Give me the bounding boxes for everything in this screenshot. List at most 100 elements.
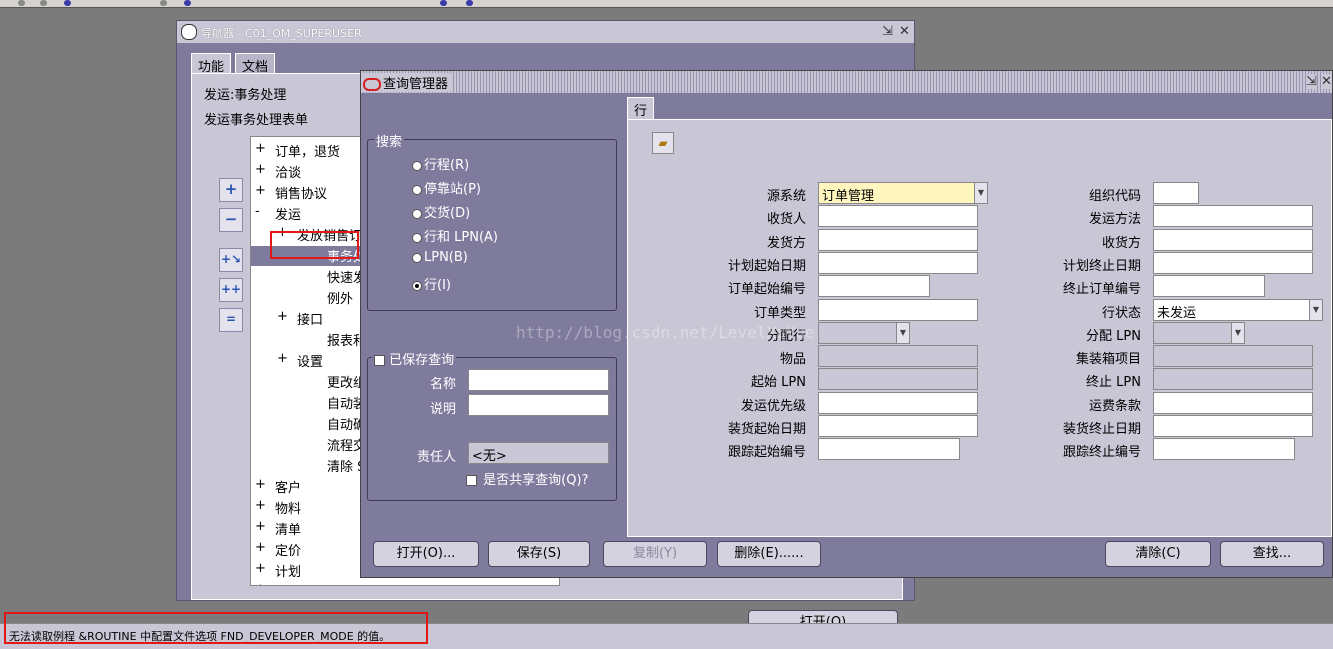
navigator-title-bar[interactable]: 导航器 - C01_OM_SUPERUSER ⇲ ✕ xyxy=(177,21,914,43)
navigator-description: 发运事务处理表单 xyxy=(204,113,309,128)
right-criteria-input[interactable] xyxy=(1153,228,1313,251)
tree-item-label: 计划 xyxy=(275,565,302,580)
toolbar-icon[interactable] xyxy=(160,0,167,6)
search-option-radio[interactable]: 行(I) xyxy=(412,274,451,293)
right-field-label: 行状态 xyxy=(1101,305,1141,321)
left-criteria-input[interactable] xyxy=(818,275,930,298)
description-input[interactable] xyxy=(468,394,609,416)
search-option-label: 行和 LPN(A) xyxy=(424,230,498,245)
find-button[interactable]: 查找... xyxy=(1220,541,1324,567)
tree-expander[interactable]: + xyxy=(255,498,266,513)
shared-query-label: 是否共享查询(Q)? xyxy=(483,473,589,488)
expand-icon[interactable]: + xyxy=(219,178,243,202)
tree-item-label: 接口 xyxy=(297,313,324,328)
tree-expander[interactable]: + xyxy=(277,351,288,366)
delete-query-button[interactable]: 删除(E)...... xyxy=(717,541,821,567)
right-criteria-input[interactable] xyxy=(1153,415,1313,437)
tree-expander[interactable]: + xyxy=(255,519,266,534)
clear-button[interactable]: 清除(C) xyxy=(1105,541,1211,567)
left-field-label: 发运优先级 xyxy=(740,398,806,414)
toolbar-icon[interactable] xyxy=(440,0,447,6)
saved-query-checkbox[interactable] xyxy=(374,355,385,366)
left-criteria-input[interactable] xyxy=(818,438,960,461)
left-field-label: 发货方 xyxy=(766,235,806,251)
tree-item[interactable]: + 设置 xyxy=(251,582,559,585)
name-label: 名称 xyxy=(429,377,456,392)
description-label: 说明 xyxy=(429,402,456,417)
search-option-label: 行程(R) xyxy=(424,158,470,173)
radio-icon xyxy=(412,252,422,263)
toolbar-icon[interactable] xyxy=(466,0,473,6)
saved-query-label: 已保存查询 xyxy=(389,353,455,368)
right-criteria-input xyxy=(1153,368,1313,391)
left-criteria-input[interactable]: 订单管理 ▼ xyxy=(818,182,988,204)
search-option-radio[interactable]: LPN(B) xyxy=(412,250,468,265)
toolbar-icon[interactable] xyxy=(18,0,25,6)
expand-branch-icon[interactable]: +↘ xyxy=(219,248,243,272)
name-input[interactable] xyxy=(468,369,609,391)
right-criteria-input[interactable] xyxy=(1153,182,1199,204)
tree-expander[interactable]: + xyxy=(255,183,266,198)
open-query-button[interactable]: 打开(O)... xyxy=(373,541,479,567)
left-criteria-input[interactable] xyxy=(818,205,978,228)
right-criteria-input xyxy=(1153,345,1313,368)
left-criteria-input[interactable] xyxy=(818,251,978,274)
oracle-icon xyxy=(363,78,381,91)
left-field-label: 源系统 xyxy=(766,189,806,204)
search-option-radio[interactable]: 行和 LPN(A) xyxy=(412,226,498,245)
left-criteria-input[interactable] xyxy=(818,228,978,251)
navigator-title: 导航器 - C01_OM_SUPERUSER xyxy=(201,27,362,40)
right-field-label: 计划终止日期 xyxy=(1062,258,1141,274)
right-criteria-input[interactable] xyxy=(1153,438,1295,461)
dropdown-arrow-icon[interactable]: ▼ xyxy=(974,183,987,203)
close-icon[interactable]: ✕ xyxy=(1321,74,1332,89)
right-criteria-input[interactable] xyxy=(1153,251,1313,274)
highlight-box xyxy=(270,231,359,259)
left-field-label: 物品 xyxy=(779,352,806,368)
expand-all-icon[interactable]: ++ xyxy=(219,278,243,302)
search-option-radio[interactable]: 交货(D) xyxy=(412,202,470,221)
field-value: 订单管理 xyxy=(822,189,875,204)
query-manager-title-bar[interactable]: 查询管理器 ⇲ ✕ xyxy=(361,71,1332,93)
toolbar xyxy=(0,0,1333,8)
tree-expander[interactable]: + xyxy=(255,561,266,576)
left-field-label: 订单类型 xyxy=(753,305,806,321)
left-field-label: 装货起始日期 xyxy=(727,422,806,437)
toolbar-icon[interactable] xyxy=(40,0,47,6)
folder-open-icon[interactable]: ▰ xyxy=(652,132,674,154)
left-criteria-input[interactable] xyxy=(818,415,978,437)
tree-expander[interactable]: + xyxy=(255,162,266,177)
toolbar-icon[interactable] xyxy=(184,0,191,6)
left-field-label: 订单起始编号 xyxy=(727,282,806,298)
tree-expander[interactable]: + xyxy=(255,141,266,156)
dropdown-arrow-icon[interactable]: ▼ xyxy=(1309,299,1322,320)
query-manager-window: 查询管理器 ⇲ ✕ 搜索 行程(R) 停靠站(P) 交货(D) 行和 LPN(A) LP… xyxy=(360,70,1333,578)
minimize-icon[interactable]: ⇲ xyxy=(1306,74,1317,89)
right-criteria-input[interactable] xyxy=(1153,275,1265,298)
save-query-button[interactable]: 保存(S) xyxy=(488,541,590,567)
right-criteria-input[interactable] xyxy=(1153,391,1313,414)
tree-item-label: 设置 xyxy=(275,582,301,585)
copy-query-button[interactable]: 复制(Y) xyxy=(603,541,707,567)
close-icon[interactable]: ✕ xyxy=(899,24,910,39)
left-criteria-input[interactable] xyxy=(818,298,978,321)
search-option-radio[interactable]: 停靠站(P) xyxy=(412,178,481,197)
search-option-radio[interactable]: 行程(R) xyxy=(412,154,469,173)
tree-expander[interactable]: + xyxy=(255,477,266,492)
shared-query-checkbox[interactable] xyxy=(466,475,477,486)
tree-expander[interactable]: + xyxy=(255,582,266,585)
tree-expander[interactable]: + xyxy=(277,309,288,324)
dropdown-arrow-icon[interactable]: ▼ xyxy=(1231,322,1244,343)
right-criteria-input[interactable]: 未发运 ▼ xyxy=(1153,298,1323,321)
collapse-all-icon[interactable]: = xyxy=(219,308,243,332)
right-criteria-input[interactable] xyxy=(1153,205,1313,228)
tree-expander[interactable]: - xyxy=(255,204,260,219)
owner-label: 责任人 xyxy=(416,450,456,465)
minimize-icon[interactable]: ⇲ xyxy=(882,24,893,39)
tree-expander[interactable]: + xyxy=(255,540,266,555)
dropdown-arrow-icon[interactable]: ▼ xyxy=(896,322,909,343)
collapse-icon[interactable]: − xyxy=(219,208,243,232)
tree-item-label: 定价 xyxy=(275,544,302,559)
toolbar-icon[interactable] xyxy=(64,0,71,6)
left-criteria-input[interactable] xyxy=(818,391,978,414)
